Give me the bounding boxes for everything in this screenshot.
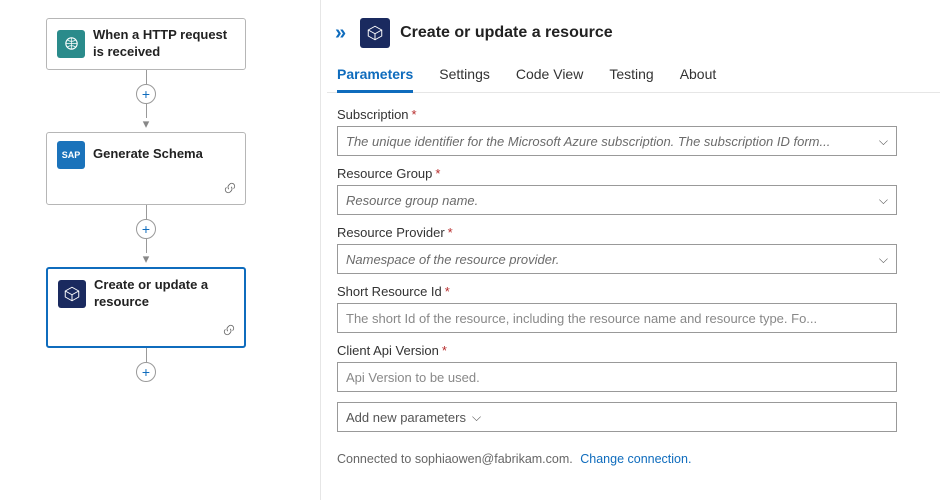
tab-parameters[interactable]: Parameters bbox=[337, 66, 413, 93]
tab-settings[interactable]: Settings bbox=[439, 66, 490, 92]
add-step-button[interactable]: + bbox=[136, 362, 156, 382]
node-title: When a HTTP request is received bbox=[93, 27, 235, 61]
panel-tabs: Parameters Settings Code View Testing Ab… bbox=[327, 60, 940, 93]
change-connection-link[interactable]: Change connection. bbox=[580, 452, 691, 466]
add-step-button[interactable]: + bbox=[136, 219, 156, 239]
short-resource-id-label: Short Resource Id* bbox=[337, 284, 930, 299]
node-http-trigger[interactable]: When a HTTP request is received bbox=[46, 18, 246, 70]
resource-group-label: Resource Group* bbox=[337, 166, 930, 181]
resource-provider-label: Resource Provider* bbox=[337, 225, 930, 240]
connection-info: Connected to sophiaowen@fabrikam.com. Ch… bbox=[327, 446, 940, 472]
connector: + ▾ bbox=[136, 205, 156, 267]
chevron-down-icon: ⌵ bbox=[879, 252, 888, 267]
resource-group-select[interactable]: Resource group name. ⌵ bbox=[337, 185, 897, 215]
subscription-select[interactable]: The unique identifier for the Microsoft … bbox=[337, 126, 897, 156]
connection-account: sophiaowen@fabrikam.com. bbox=[415, 452, 573, 466]
parameters-form: Subscription* The unique identifier for … bbox=[327, 93, 940, 446]
subscription-label: Subscription* bbox=[337, 107, 930, 122]
add-step-button[interactable]: + bbox=[136, 84, 156, 104]
node-generate-schema[interactable]: SAP Generate Schema bbox=[46, 132, 246, 205]
connection-icon bbox=[223, 181, 237, 198]
panel-title: Create or update a resource bbox=[400, 24, 613, 42]
arm-cube-icon bbox=[360, 18, 390, 48]
node-create-update-resource[interactable]: Create or update a resource bbox=[46, 267, 246, 348]
collapse-panel-button[interactable]: » bbox=[335, 22, 350, 45]
workflow-canvas: When a HTTP request is received + ▾ SAP … bbox=[0, 0, 320, 500]
resource-provider-select[interactable]: Namespace of the resource provider. ⌵ bbox=[337, 244, 897, 274]
chevron-down-icon: ⌵ bbox=[879, 134, 888, 149]
tab-testing[interactable]: Testing bbox=[609, 66, 653, 92]
connection-icon bbox=[222, 323, 236, 340]
short-resource-id-input[interactable]: The short Id of the resource, including … bbox=[337, 303, 897, 333]
connector: + ▾ bbox=[136, 70, 156, 132]
http-request-icon bbox=[57, 30, 85, 58]
client-api-version-input[interactable]: Api Version to be used. bbox=[337, 362, 897, 392]
action-detail-panel: » Create or update a resource Parameters… bbox=[320, 0, 950, 500]
sap-icon: SAP bbox=[57, 141, 85, 169]
node-title: Create or update a resource bbox=[94, 277, 234, 311]
tab-code-view[interactable]: Code View bbox=[516, 66, 583, 92]
node-title: Generate Schema bbox=[93, 146, 203, 163]
chevron-down-icon: ⌵ bbox=[472, 410, 481, 425]
client-api-version-label: Client Api Version* bbox=[337, 343, 930, 358]
add-new-parameters-select[interactable]: Add new parameters ⌵ bbox=[337, 402, 897, 432]
connector: + bbox=[136, 348, 156, 382]
arm-cube-icon bbox=[58, 280, 86, 308]
tab-about[interactable]: About bbox=[680, 66, 717, 92]
chevron-down-icon: ⌵ bbox=[879, 193, 888, 208]
